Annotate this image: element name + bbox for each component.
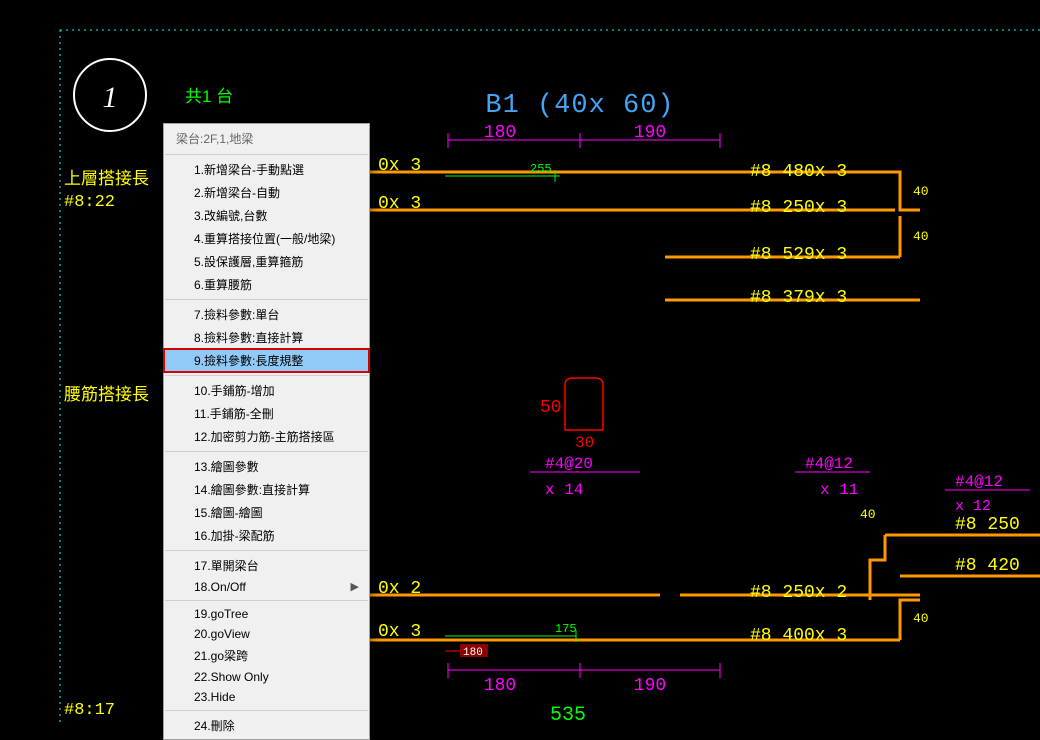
stirrup-b: x 14: [545, 481, 583, 499]
label-waist-splice: 腰筋搭接長: [64, 385, 149, 404]
pad-h: 50: [540, 398, 562, 418]
bar-r2: #8 250x 3: [750, 198, 847, 218]
dim-bot-left: 180: [484, 676, 516, 696]
context-menu-title: 梁台:2F,1,地梁: [164, 126, 369, 151]
menu-item[interactable]: 23.Hide: [164, 687, 369, 707]
dim-top-left: 180: [484, 123, 516, 143]
menu-item[interactable]: 2.新增梁台-自動: [164, 181, 369, 204]
menu-item[interactable]: 15.繪圖-繪圖: [164, 501, 369, 524]
seg-bot1: 0x 2: [378, 579, 421, 599]
menu-item[interactable]: 7.撿料參數:單台: [164, 303, 369, 326]
menu-item[interactable]: 19.goTree: [164, 604, 369, 624]
mark-40b: 40: [913, 229, 929, 244]
menu-item[interactable]: 20.goView: [164, 624, 369, 644]
menu-item[interactable]: 14.繪圖參數:直接計算: [164, 478, 369, 501]
menu-separator: [165, 154, 368, 155]
far-a: #8 250: [955, 515, 1020, 535]
dim-bot-right: 190: [634, 676, 666, 696]
stirrup-r1: #4@12: [805, 455, 853, 473]
menu-item[interactable]: 9.撿料參數:長度規整: [164, 349, 369, 372]
beam-title: B1 (40x 60): [485, 91, 674, 121]
dim-535: 535: [550, 704, 586, 722]
menu-item[interactable]: 17.單開梁台: [164, 554, 369, 577]
menu-item[interactable]: 1.新增梁台-手動點選: [164, 158, 369, 181]
menu-item[interactable]: 8.撿料參數:直接計算: [164, 326, 369, 349]
dim-255: 255: [530, 162, 552, 176]
stirrup-r2: x 11: [820, 481, 858, 499]
mark-40c: 40: [860, 507, 876, 522]
menu-item[interactable]: 22.Show Only: [164, 667, 369, 687]
node-count: 共1 台: [185, 87, 233, 106]
seg-top2: 0x 3: [378, 194, 421, 214]
seg-top1: 0x 3: [378, 156, 421, 176]
bar-r6: #8 400x 3: [750, 626, 847, 646]
pad-shape: [565, 378, 603, 430]
menu-item[interactable]: 5.設保護層,重算箍筋: [164, 250, 369, 273]
menu-item[interactable]: 12.加密剪力筋-主筋搭接區: [164, 425, 369, 448]
stirrup-far-b: x 12: [955, 498, 991, 515]
bar-r3: #8 529x 3: [750, 245, 847, 265]
menu-item[interactable]: 4.重算搭接位置(一般/地梁): [164, 227, 369, 250]
label-top-splice: 上層搭接長: [64, 169, 149, 188]
node-number: 1: [103, 81, 118, 114]
context-menu[interactable]: 梁台:2F,1,地梁 1.新增梁台-手動點選2.新增梁台-自動3.改編號,台數4…: [163, 123, 370, 740]
menu-item[interactable]: 3.改編號,台數: [164, 204, 369, 227]
dim-175: 175: [555, 622, 577, 636]
menu-separator: [165, 600, 368, 601]
menu-item[interactable]: 16.加掛-梁配筋: [164, 524, 369, 547]
menu-item[interactable]: 18.On/Off▶: [164, 577, 369, 597]
menu-separator: [165, 710, 368, 711]
menu-separator: [165, 451, 368, 452]
menu-item[interactable]: 6.重算腰筋: [164, 273, 369, 296]
bar-r1: #8 480x 3: [750, 162, 847, 182]
stirrup-far-a: #4@12: [955, 473, 1003, 491]
menu-separator: [165, 299, 368, 300]
menu-separator: [165, 375, 368, 376]
dim-red-180: 180: [463, 647, 483, 659]
mark-40d: 40: [913, 611, 929, 626]
submenu-arrow-icon: ▶: [351, 580, 359, 593]
menu-item[interactable]: 24.刪除: [164, 714, 369, 737]
bar-r5: #8 250x 2: [750, 583, 847, 603]
menu-separator: [165, 550, 368, 551]
menu-item[interactable]: 13.繪圖參數: [164, 455, 369, 478]
pad-w: 30: [575, 434, 594, 452]
menu-item[interactable]: 21.go梁跨: [164, 644, 369, 667]
bar-r4: #8 379x 3: [750, 288, 847, 308]
stirrup-a: #4@20: [545, 455, 593, 473]
cad-canvas[interactable]: 1 共1 台 B1 (40x 60) 180 190 上層搭接長 #8:22 腰…: [0, 0, 1040, 722]
menu-item[interactable]: 11.手鋪筋-全刪: [164, 402, 369, 425]
menu-item[interactable]: 10.手鋪筋-增加: [164, 379, 369, 402]
far-b: #8 420: [955, 556, 1020, 576]
label-bottom-splice: #8:17: [64, 701, 115, 720]
mark-40a: 40: [913, 184, 929, 199]
seg-bot2: 0x 3: [378, 622, 421, 642]
dim-top-right: 190: [634, 123, 666, 143]
label-top-splice-2: #8:22: [64, 193, 115, 212]
